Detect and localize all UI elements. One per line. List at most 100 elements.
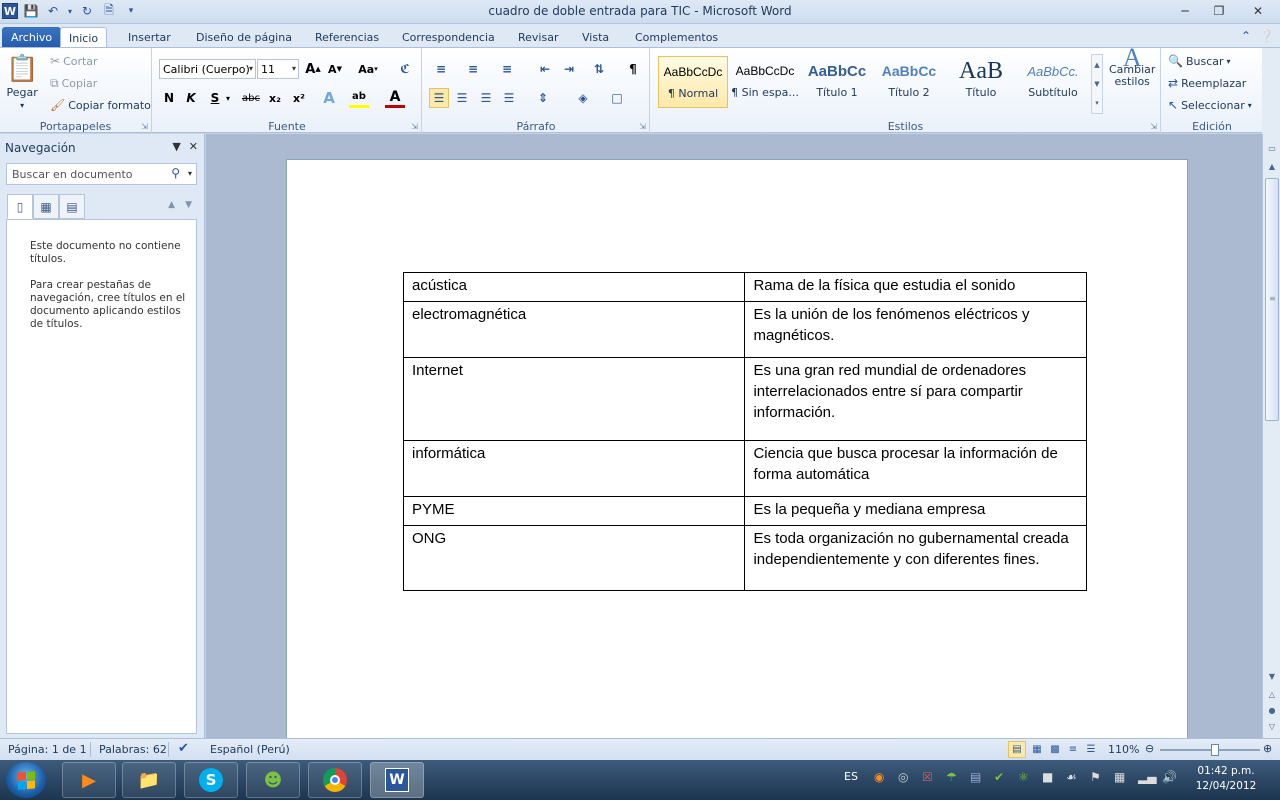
- chrome-icon[interactable]: [308, 762, 362, 798]
- shrink-font-button[interactable]: A ▼: [325, 59, 345, 79]
- navigation-search-input[interactable]: Buscar en documento ⚲ ▾: [6, 163, 197, 185]
- style-titulo-1[interactable]: AaBbCc Título 1: [802, 56, 872, 108]
- navigation-options-icon[interactable]: ▼: [172, 140, 180, 153]
- minimize-ribbon-icon[interactable]: ⌃: [1241, 29, 1251, 43]
- draft-view-icon[interactable]: ☰: [1082, 741, 1100, 758]
- bold-button[interactable]: N: [159, 88, 179, 108]
- tab-vista[interactable]: Vista: [574, 27, 617, 48]
- scroll-down-icon[interactable]: ▼: [1264, 668, 1280, 684]
- decrease-indent-icon[interactable]: ⇤: [535, 59, 555, 79]
- scroll-up-icon[interactable]: ▲: [1264, 158, 1280, 174]
- previous-heading-icon[interactable]: ▲: [168, 200, 175, 210]
- paragraph-launcher-icon[interactable]: ⇲: [639, 122, 646, 131]
- tray-icon-11[interactable]: ▦: [1114, 770, 1125, 784]
- font-size-combo[interactable]: 11 ▾: [257, 59, 299, 79]
- previous-page-icon[interactable]: △: [1264, 686, 1280, 702]
- print-layout-icon[interactable]: ▤: [1008, 741, 1026, 758]
- search-icon[interactable]: ⚲: [171, 166, 180, 180]
- browse-headings-icon[interactable]: ▯: [7, 194, 33, 219]
- tray-icon-7[interactable]: ⚛: [1018, 770, 1029, 784]
- table-cell-definition[interactable]: Es una gran red mundial de ordenadores i…: [744, 357, 1087, 441]
- styles-scroll-down-icon[interactable]: ▼: [1094, 80, 1099, 88]
- tab-revisar[interactable]: Revisar: [510, 27, 566, 48]
- line-spacing-icon[interactable]: ⇕: [533, 88, 553, 108]
- zoom-out-icon[interactable]: ⊖: [1145, 742, 1154, 755]
- navigation-close-icon[interactable]: ✕: [189, 140, 198, 153]
- search-options-dropdown-icon[interactable]: ▾: [188, 169, 192, 178]
- clear-format-icon[interactable]: ℭ: [395, 59, 415, 79]
- italic-button[interactable]: K: [181, 88, 201, 108]
- document-page[interactable]: acústica Rama de la física que estudia e…: [286, 159, 1188, 738]
- help-icon[interactable]: ❔: [1259, 29, 1274, 43]
- web-layout-icon[interactable]: ▩: [1046, 741, 1064, 758]
- tray-icon-6[interactable]: ✔: [994, 770, 1004, 784]
- bullets-icon[interactable]: ≡: [431, 59, 451, 79]
- maximize-button[interactable]: ❐: [1202, 0, 1236, 22]
- tab-inicio[interactable]: Inicio: [60, 27, 108, 48]
- browse-results-icon[interactable]: ▤: [59, 194, 85, 219]
- underline-dropdown-icon[interactable]: ▾: [223, 88, 233, 108]
- full-screen-reading-icon[interactable]: ▦: [1028, 741, 1046, 758]
- tab-referencias[interactable]: Referencias: [307, 27, 387, 48]
- scrollbar-thumb[interactable]: ≡: [1265, 178, 1279, 421]
- browse-pages-icon[interactable]: ▦: [33, 194, 59, 219]
- select-dropdown-icon[interactable]: ▾: [1248, 101, 1252, 110]
- table-cell-term[interactable]: Internet: [402, 357, 746, 441]
- action-center-icon[interactable]: ⚑: [1090, 770, 1101, 784]
- zoom-in-icon[interactable]: ⊕: [1263, 742, 1272, 755]
- change-styles-button[interactable]: A Cambiar estilos: [1109, 45, 1155, 88]
- find-button[interactable]: 🔍 Buscar ▾: [1168, 54, 1231, 68]
- word-count[interactable]: Palabras: 62: [99, 743, 167, 756]
- document-area[interactable]: acústica Rama de la física que estudia e…: [206, 134, 1262, 738]
- table-cell-term[interactable]: ONG: [402, 525, 746, 591]
- borders-icon[interactable]: □: [607, 88, 627, 108]
- tray-icon-3[interactable]: ☒: [922, 770, 933, 784]
- table-cell-term[interactable]: electromagnética: [402, 301, 746, 358]
- table-cell-definition[interactable]: Ciencia que busca procesar la informació…: [744, 440, 1087, 497]
- tray-icon-8[interactable]: ■: [1042, 770, 1053, 784]
- zoom-slider-thumb[interactable]: [1211, 744, 1219, 756]
- style-titulo[interactable]: AaB Título: [946, 56, 1016, 108]
- tab-complementos[interactable]: Complementos: [627, 27, 726, 48]
- cut-button[interactable]: ✂ Cortar: [50, 54, 98, 68]
- tab-correspondencia[interactable]: Correspondencia: [394, 27, 503, 48]
- subscript-button[interactable]: x₂: [265, 88, 285, 108]
- table-cell-definition[interactable]: Es la pequeña y mediana empresa: [744, 496, 1087, 526]
- skype-icon[interactable]: S: [184, 762, 238, 798]
- language[interactable]: Español (Perú): [210, 743, 290, 756]
- align-center-icon[interactable]: ☰: [452, 88, 472, 108]
- grow-font-button[interactable]: A ▲: [303, 59, 323, 79]
- tray-icon-5[interactable]: ▤: [970, 770, 981, 784]
- styles-scroll[interactable]: ▲ ▼ ▾: [1091, 54, 1103, 114]
- minimize-button[interactable]: ─: [1168, 0, 1202, 22]
- show-marks-icon[interactable]: ¶: [623, 59, 643, 79]
- style-titulo-2[interactable]: AaBbCc Título 2: [874, 56, 944, 108]
- close-button[interactable]: ✕: [1236, 0, 1280, 22]
- sort-icon[interactable]: ⇅: [589, 59, 609, 79]
- table-row[interactable]: PYME Es la pequeña y mediana empresa: [402, 496, 1087, 526]
- tab-archivo[interactable]: Archivo: [2, 27, 62, 48]
- table-cell-term[interactable]: informática: [402, 440, 746, 497]
- font-size-dropdown-icon[interactable]: ▾: [292, 64, 296, 73]
- messenger-icon[interactable]: ☻: [246, 762, 300, 798]
- find-dropdown-icon[interactable]: ▾: [1227, 57, 1231, 66]
- shading-icon[interactable]: ◈: [573, 88, 593, 108]
- table-cell-definition[interactable]: Rama de la física que estudia el sonido: [744, 272, 1087, 302]
- format-painter-button[interactable]: 🖌 Copiar formato: [50, 98, 151, 112]
- table-row[interactable]: acústica Rama de la física que estudia e…: [402, 272, 1087, 302]
- style-normal[interactable]: AaBbCcDc ¶ Normal: [658, 56, 728, 108]
- table-cell-definition[interactable]: Es toda organización no gubernamental cr…: [744, 525, 1087, 591]
- select-button[interactable]: ↖ Seleccionar ▾: [1168, 98, 1252, 112]
- tab-diseno-pagina[interactable]: Diseño de página: [188, 27, 300, 48]
- page-count[interactable]: Página: 1 de 1: [8, 743, 87, 756]
- tray-icon-9[interactable]: ☙: [1066, 770, 1077, 784]
- text-effects-icon[interactable]: A: [319, 88, 339, 108]
- tab-insertar[interactable]: Insertar: [120, 27, 179, 48]
- paste-button[interactable]: 📋 Pegar ▾: [6, 54, 38, 110]
- highlight-color-icon[interactable]: ab: [349, 88, 369, 108]
- strikethrough-button[interactable]: abc: [239, 88, 263, 108]
- table-row[interactable]: informática Ciencia que busca procesar l…: [402, 440, 1087, 497]
- table-cell-term[interactable]: acústica: [402, 272, 746, 302]
- align-left-icon[interactable]: ☰: [429, 88, 449, 108]
- ruler-toggle-icon[interactable]: ▭: [1264, 140, 1280, 156]
